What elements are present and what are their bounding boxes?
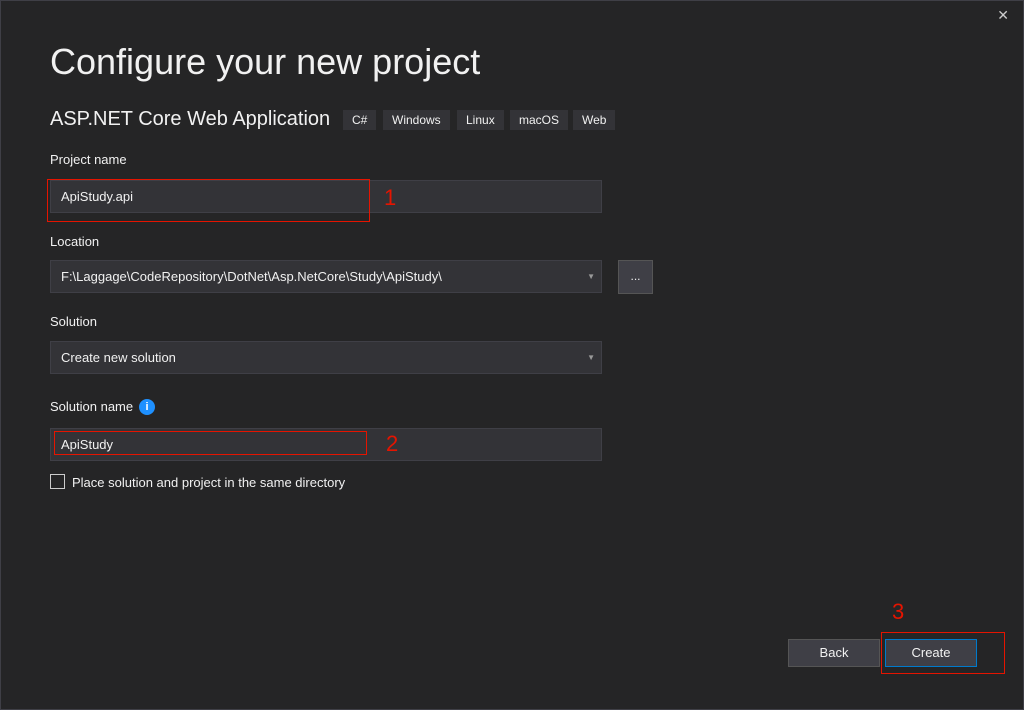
tag-macos: macOS bbox=[510, 110, 569, 130]
chevron-down-icon: ▼ bbox=[587, 272, 595, 281]
solution-label: Solution bbox=[50, 314, 97, 329]
close-button[interactable]: ✕ bbox=[997, 7, 1009, 24]
same-directory-label[interactable]: Place solution and project in the same d… bbox=[72, 475, 345, 490]
annotation-1: 1 bbox=[384, 185, 397, 210]
tag-web: Web bbox=[573, 110, 616, 130]
solution-name-label: Solution name bbox=[50, 399, 134, 414]
project-name-label: Project name bbox=[50, 152, 127, 167]
same-directory-checkbox[interactable] bbox=[50, 474, 65, 489]
tag-windows: Windows bbox=[383, 110, 450, 130]
browse-button[interactable]: ... bbox=[618, 260, 653, 294]
solution-value: Create new solution bbox=[61, 350, 176, 365]
annotation-box-3 bbox=[881, 632, 1005, 674]
back-button[interactable]: Back bbox=[788, 639, 880, 667]
location-dropdown[interactable]: F:\Laggage\CodeRepository\DotNet\Asp.Net… bbox=[50, 260, 602, 293]
annotation-2: 2 bbox=[386, 431, 399, 456]
location-value: F:\Laggage\CodeRepository\DotNet\Asp.Net… bbox=[61, 269, 442, 284]
chevron-down-icon: ▼ bbox=[587, 353, 595, 362]
location-label: Location bbox=[50, 234, 100, 249]
annotation-box-1 bbox=[47, 179, 370, 222]
tag-linux: Linux bbox=[457, 110, 504, 130]
info-icon[interactable]: i bbox=[139, 399, 155, 415]
tag-csharp: C# bbox=[343, 110, 377, 130]
solution-dropdown[interactable]: Create new solution ▼ bbox=[50, 341, 602, 374]
annotation-box-2 bbox=[54, 431, 367, 455]
template-name: ASP.NET Core Web Application bbox=[50, 108, 331, 130]
annotation-3: 3 bbox=[892, 599, 905, 624]
page-title: Configure your new project bbox=[50, 41, 481, 82]
